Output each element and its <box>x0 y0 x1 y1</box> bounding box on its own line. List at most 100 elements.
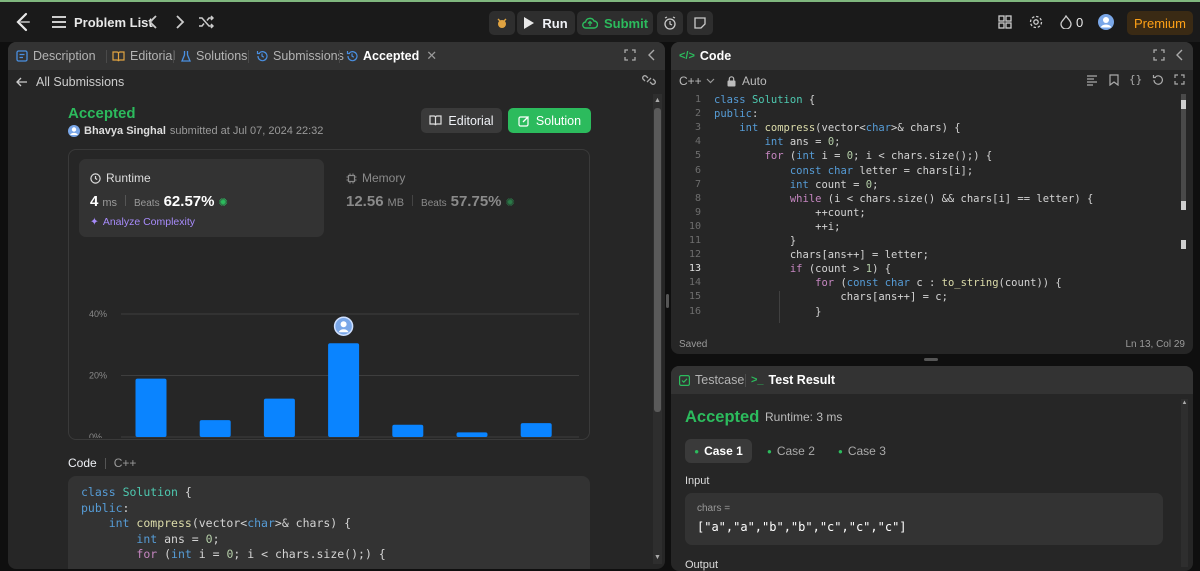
chip-icon <box>346 173 357 184</box>
code-line[interactable]: chars[ans++] = letter; <box>714 248 929 262</box>
avatar[interactable] <box>1098 2 1114 42</box>
collapse-chevron-icon[interactable] <box>1176 49 1184 61</box>
scrollbar-thumb[interactable] <box>654 108 661 412</box>
share-link-icon[interactable] <box>642 74 656 86</box>
problem-list-link[interactable]: Problem List <box>52 2 153 42</box>
code-lang-label: C++ <box>113 456 137 470</box>
scroll-down-icon[interactable]: ▼ <box>654 554 661 561</box>
format-lines-icon[interactable] <box>1086 75 1098 86</box>
auto-mode-toggle[interactable]: Auto <box>727 74 767 88</box>
code-line[interactable]: for (const char c : to_string(count)) { <box>714 276 1062 290</box>
memory-values: 12.56 MB Beats 57.75% ✺ <box>346 193 515 210</box>
premium-button[interactable]: Premium <box>1127 11 1193 35</box>
panel-resize-handle[interactable] <box>666 294 669 308</box>
tab-test-result[interactable]: >_ Test Result <box>751 373 835 387</box>
shuffle-icon[interactable] <box>198 2 214 42</box>
left-scrollbar[interactable]: ▲ ▼ <box>653 94 662 564</box>
back-label: All Submissions <box>36 75 125 89</box>
input-var-name: chars = <box>697 503 731 514</box>
leetcode-logo-icon[interactable] <box>14 2 32 42</box>
edit-icon <box>518 115 530 127</box>
code-line[interactable]: public: <box>714 107 758 121</box>
code-tab[interactable]: </> Code <box>679 49 731 63</box>
memory-card[interactable]: Memory 12.56 MB Beats 57.75% ✺ <box>335 159 580 237</box>
test-scrollbar[interactable]: ▲ <box>1181 399 1188 567</box>
streak-counter[interactable]: 0 <box>1060 2 1083 42</box>
maximize-icon[interactable] <box>624 49 636 61</box>
submit-button[interactable]: Submit <box>577 11 653 35</box>
code-line[interactable]: class Solution { <box>714 93 815 107</box>
case-2-label: Case 2 <box>776 444 815 458</box>
chart-bar <box>456 432 488 437</box>
code-line[interactable]: while (i < chars.size() && chars[i] == l… <box>714 192 1093 206</box>
code-line[interactable]: ++count; <box>714 206 866 220</box>
code-brackets-icon: </> <box>679 50 695 62</box>
next-problem-button[interactable] <box>175 2 185 42</box>
layout-grid-icon[interactable] <box>998 2 1012 42</box>
case-1-tab[interactable]: ● Case 1 <box>685 439 752 463</box>
tab-solutions[interactable]: Solutions <box>181 49 247 63</box>
memory-value: 12.56 <box>346 193 384 210</box>
code-line[interactable]: ++i; <box>714 220 840 234</box>
submitted-time: submitted at Jul 07, 2024 22:32 <box>169 125 324 137</box>
code-line[interactable]: for (int i = 0; i < chars.size();) { <box>714 149 993 163</box>
case-2-tab[interactable]: ● Case 2 <box>767 439 815 463</box>
tab-description[interactable]: Description <box>16 49 96 63</box>
settings-gear-icon[interactable] <box>1029 2 1043 42</box>
tab-testcase[interactable]: Testcase <box>679 373 744 387</box>
debug-button[interactable] <box>489 11 515 35</box>
maximize-icon[interactable] <box>1153 49 1165 61</box>
notes-button[interactable] <box>687 11 713 35</box>
close-tab-icon[interactable]: ✕ <box>426 48 437 64</box>
y-tick-label: 40% <box>89 309 107 319</box>
runtime-card[interactable]: Runtime 4 ms Beats 62.57% ✺ ✦ Analyze Co… <box>79 159 324 237</box>
language-select[interactable]: C++ <box>679 74 715 88</box>
editor-scrollbar[interactable] <box>1180 94 1186 322</box>
code-line[interactable]: const char letter = chars[i]; <box>714 164 973 178</box>
code-editor[interactable]: 1 class Solution {2 public: 3 int compress(… <box>671 93 1181 323</box>
line-number: 7 <box>694 178 701 190</box>
back-to-submissions-link[interactable]: All Submissions <box>16 75 124 89</box>
user-name[interactable]: Bhavya Singhal <box>84 125 166 137</box>
bookmark-icon[interactable] <box>1109 74 1119 86</box>
braces-icon[interactable]: {} <box>1129 73 1142 86</box>
tab-divider <box>106 50 107 63</box>
submission-status: Accepted <box>68 105 136 122</box>
run-button[interactable]: Run <box>517 11 575 35</box>
case-3-label: Case 3 <box>847 444 886 458</box>
divider <box>125 195 127 206</box>
scroll-up-icon[interactable]: ▲ <box>1181 400 1188 406</box>
arrow-left-icon <box>16 77 28 87</box>
tab-editorial[interactable]: Editorial <box>112 49 175 63</box>
code-line[interactable]: if (count > 1) { <box>714 262 891 276</box>
code-line[interactable]: chars[ans++] = c; <box>714 290 947 304</box>
line-number: 2 <box>694 108 701 120</box>
case-3-tab[interactable]: ● Case 3 <box>838 439 886 463</box>
analyze-complexity-link[interactable]: ✦ Analyze Complexity <box>90 216 195 228</box>
y-tick-label: 20% <box>89 371 107 381</box>
tab-divider <box>339 50 340 63</box>
history-icon <box>256 50 268 62</box>
editorial-button[interactable]: Editorial <box>421 108 502 133</box>
test-runtime: Runtime: 3 ms <box>765 410 843 424</box>
code-line[interactable]: } <box>714 234 796 248</box>
code-line[interactable]: int count = 0; <box>714 178 879 192</box>
tab-accepted[interactable]: Accepted ✕ <box>346 48 437 64</box>
editorial-button-label: Editorial <box>448 113 494 128</box>
tab-submissions[interactable]: Submissions <box>256 49 344 63</box>
code-line[interactable]: int ans = 0; <box>714 135 841 149</box>
sparkle-icon: ✦ <box>90 216 99 228</box>
timer-button[interactable] <box>657 11 683 35</box>
tab-solutions-label: Solutions <box>196 49 248 63</box>
collapse-chevron-icon[interactable] <box>648 49 656 61</box>
scroll-up-icon[interactable]: ▲ <box>654 97 661 104</box>
runtime-unit: ms <box>102 197 118 209</box>
reset-icon[interactable] <box>1152 74 1164 86</box>
prev-problem-button[interactable] <box>148 2 158 42</box>
memory-beats-value: 57.75% <box>450 193 502 210</box>
vertical-resize-handle[interactable] <box>924 358 938 361</box>
code-line[interactable]: } <box>714 305 821 319</box>
solution-button[interactable]: Solution <box>508 108 591 133</box>
fullscreen-icon[interactable] <box>1174 74 1185 85</box>
code-line[interactable]: int compress(vector<char>& chars) { <box>714 121 960 135</box>
